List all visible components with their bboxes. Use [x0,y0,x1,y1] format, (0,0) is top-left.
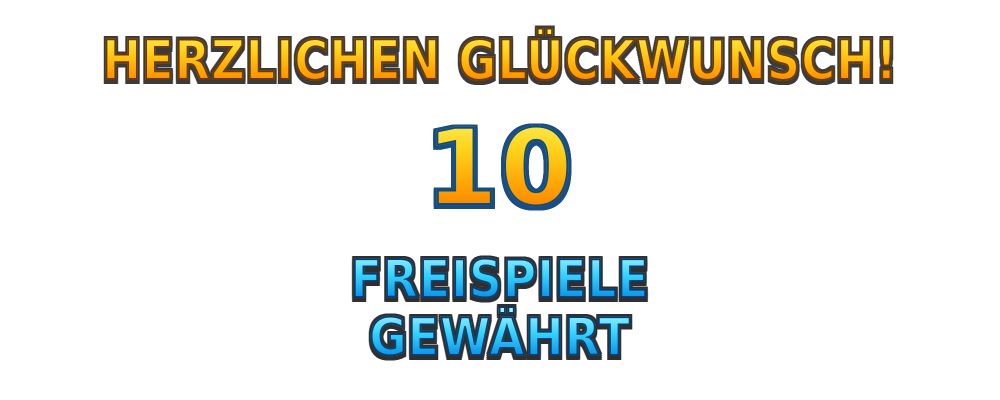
congratulations-headline: HERZLICHEN GLÜCKWUNSCH! [70,26,930,96]
granted-label: GEWÄHRT [60,307,940,369]
free-spins-count: 10 [0,107,1000,229]
free-spins-award-popup: HERZLICHEN GLÜCKWUNSCH! 10 FREISPIELE GE… [0,0,1000,400]
free-spins-label: FREISPIELE [60,249,940,311]
